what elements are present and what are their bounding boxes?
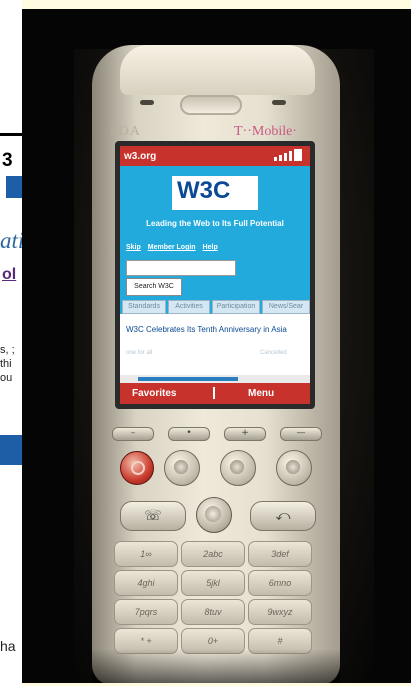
search-w3c-button[interactable]: Search W3C — [126, 278, 182, 296]
key-2[interactable]: 2abc — [181, 541, 245, 567]
page-fragment-text-line: s, ; — [0, 344, 15, 356]
tab-standards[interactable]: Standards — [122, 300, 166, 314]
link-member-login[interactable]: Member Login — [148, 244, 196, 251]
earpiece — [180, 95, 242, 115]
search-input[interactable] — [126, 260, 236, 276]
scroll-thumb[interactable] — [138, 377, 238, 381]
call-button[interactable]: ☏ — [120, 501, 186, 531]
w3c-logo[interactable]: W3C — [177, 177, 230, 205]
browser-url: w3.org — [124, 151, 157, 162]
page-fragment-number: 3 — [2, 150, 13, 171]
center-select-key[interactable] — [196, 497, 232, 533]
w3c-tab-strip: Standards Activities Participation News/… — [120, 300, 310, 314]
tab-news[interactable]: News/Sear — [262, 300, 310, 314]
key-8[interactable]: 8tuv — [181, 599, 245, 625]
link-skip[interactable]: Skip — [126, 244, 141, 251]
round-key-1[interactable] — [164, 450, 200, 486]
softkey-favorites[interactable]: Favorites — [132, 388, 176, 399]
page-fragment-text-line: ou — [0, 372, 13, 384]
brand-label-tmobile: T··Mobile· — [234, 124, 297, 139]
key-6[interactable]: 6mno — [248, 570, 312, 596]
news-headline[interactable]: W3C Celebrates Its Tenth Anniversary in … — [126, 324, 304, 335]
key-3[interactable]: 3def — [248, 541, 312, 567]
phone-photo: SDA T··Mobile· w3.org W3C Leading the We… — [22, 9, 411, 683]
round-key-2[interactable] — [220, 450, 256, 486]
key-7[interactable]: 7pqrs — [114, 599, 178, 625]
tab-activities[interactable]: Activities — [168, 300, 210, 314]
horizontal-scrollbar[interactable] — [120, 375, 310, 383]
signal-icon — [274, 149, 304, 161]
faint-text-right: Cancelled — [260, 350, 287, 356]
sensor-right — [272, 100, 286, 105]
w3c-page-content: W3C Leading the Web to Its Full Potentia… — [120, 166, 310, 375]
pill-key-minus[interactable]: – — [112, 427, 154, 441]
page-fragment-link[interactable]: ol — [2, 266, 16, 284]
blue-bar-fragment — [0, 435, 22, 465]
link-help[interactable]: Help — [203, 244, 218, 251]
tab-participation[interactable]: Participation — [212, 300, 260, 314]
phone-top-cap — [120, 45, 315, 95]
background-webpage-strip: 3 ati ol s, ; thi ou ha — [0, 0, 22, 686]
softkey-bar: Favorites Menu — [120, 383, 310, 404]
key-4[interactable]: 4ghi — [114, 570, 178, 596]
pill-key-dash[interactable]: — — [280, 427, 322, 441]
page-fragment-italic-heading: ati — [0, 228, 22, 253]
w3c-tagline: Leading the Web to Its Full Potential — [146, 219, 284, 228]
faint-text-left: one for all — [126, 350, 153, 356]
browser-title-bar: w3.org — [120, 146, 310, 166]
key-9[interactable]: 9wxyz — [248, 599, 312, 625]
page-fragment-bottom-text: ha — [0, 638, 16, 654]
page-fragment-text-line: thi — [0, 358, 12, 370]
softkey-separator — [213, 387, 215, 399]
power-key[interactable] — [120, 451, 154, 485]
key-1[interactable]: 1∞ — [114, 541, 178, 567]
end-call-button[interactable]: ⤺ — [250, 501, 316, 531]
bottom-shadow — [92, 649, 340, 683]
pill-key-plus[interactable]: + — [224, 427, 266, 441]
phone-screen: w3.org W3C Leading the Web to Its Full P… — [120, 146, 310, 404]
brand-label-sda: SDA — [110, 124, 142, 139]
horizontal-rule — [0, 133, 22, 136]
softkey-menu[interactable]: Menu — [248, 388, 274, 399]
round-key-3[interactable] — [276, 450, 312, 486]
sensor-left — [140, 100, 154, 105]
key-5[interactable]: 5jkl — [181, 570, 245, 596]
blue-logo-fragment — [6, 176, 22, 198]
w3c-quick-links: Skip Member Login Help — [126, 244, 223, 251]
pill-key-dot[interactable]: • — [168, 427, 210, 441]
